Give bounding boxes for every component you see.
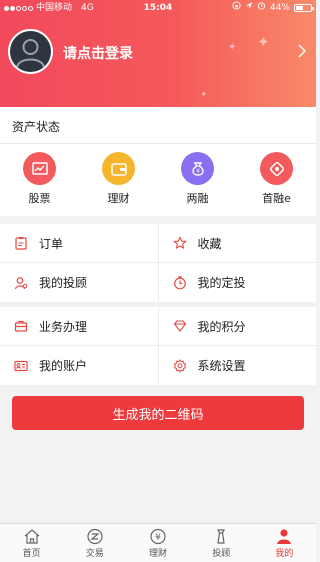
trade-icon [87,528,103,545]
tab-label: 首页 [22,549,41,559]
generate-qr-button[interactable]: 生成我的二维码 [12,396,304,430]
sparkle-icon: ✦ [200,90,208,100]
profile-header: 中国移动 4G 15:04 44% 请点击登录 ✦ ✦ ✦ [0,0,316,107]
briefcase-icon [14,320,28,332]
sparkle-icon: ✦ [228,42,237,53]
asset-wealth[interactable]: 理财 [79,144,158,216]
menu-favorites[interactable]: 收藏 [159,224,317,262]
menu-orders[interactable]: 订单 [0,224,159,262]
menu-my-points[interactable]: 我的积分 [159,307,317,345]
tab-mine[interactable]: 我的 [253,524,316,562]
chevron-right-icon[interactable] [298,43,307,62]
asset-stock[interactable]: 股票 [0,144,79,216]
tab-label: 我的 [275,549,294,559]
clock-icon [173,275,186,289]
star-icon [172,236,187,250]
asset-status-title: 资产状态 [12,120,61,134]
alarm-icon [257,0,266,16]
tab-label: 投顾 [212,549,231,559]
menu-label: 我的投顾 [39,276,88,290]
menu-label: 我的定投 [197,276,246,290]
asset-label: 股票 [28,192,51,205]
person-icon [277,529,292,544]
diamond-tag-icon [260,152,293,185]
menu-label: 系统设置 [197,359,246,373]
asset-label: 两融 [186,192,209,205]
money-bag-icon: ¥ [181,152,214,185]
menu-my-account[interactable]: 我的账户 [0,346,159,385]
tab-wealth[interactable]: ¥ 理财 [126,524,189,562]
clipboard-icon [15,237,27,250]
bottom-tab-bar: 首页 交易 ¥ 理财 投顾 我的 [0,523,316,562]
asset-shourong-e[interactable]: 首融e [237,144,316,216]
tab-home[interactable]: 首页 [0,524,63,562]
sparkle-icon: ✦ [257,33,270,51]
battery-percent: 44% [269,3,290,13]
location-icon [245,0,253,16]
menu-label: 业务办理 [39,319,88,334]
advisor-person-icon [14,276,28,289]
diamond-icon [173,320,186,332]
menu-settings[interactable]: 系统设置 [159,346,317,385]
wallet-icon [102,152,135,185]
menu-group-2: 业务办理 我的积分 我的账户 系统设置 [0,307,316,385]
menu-group-1: 订单 收藏 我的投顾 我的定投 [0,224,316,302]
menu-label: 收藏 [197,236,222,251]
advisor-icon [217,529,226,544]
menu-label: 订单 [39,236,64,251]
asset-margin[interactable]: ¥ 两融 [158,144,237,216]
menu-label: 我的积分 [197,319,246,334]
home-icon [24,529,39,544]
asset-shortcuts: 股票 理财 ¥ 两融 首融e [0,144,316,216]
menu-business[interactable]: 业务办理 [0,307,159,345]
svg-text:¥: ¥ [155,533,161,543]
menu-my-advisor[interactable]: 我的投顾 [0,263,159,302]
tab-label: 理财 [149,549,168,559]
avatar[interactable] [8,29,53,74]
asset-label: 理财 [107,192,130,205]
login-prompt[interactable]: 请点击登录 [63,43,133,63]
stock-chart-icon [23,152,56,185]
menu-label: 我的账户 [39,359,88,373]
svg-text:¥: ¥ [196,168,200,175]
asset-status-header: 资产状态 [0,107,316,144]
menu-my-fixed-invest[interactable]: 我的定投 [159,263,317,302]
tab-label: 交易 [85,549,104,559]
status-bar: 中国移动 4G 15:04 44% [0,0,316,16]
tab-trade[interactable]: 交易 [63,524,126,562]
battery-icon [294,4,314,12]
yuan-icon: ¥ [150,528,166,545]
tab-advisor[interactable]: 投顾 [190,524,253,562]
lock-rotation-icon [232,0,241,16]
id-card-icon [14,360,28,371]
asset-label: 首融e [262,192,291,205]
gear-icon [173,358,186,373]
